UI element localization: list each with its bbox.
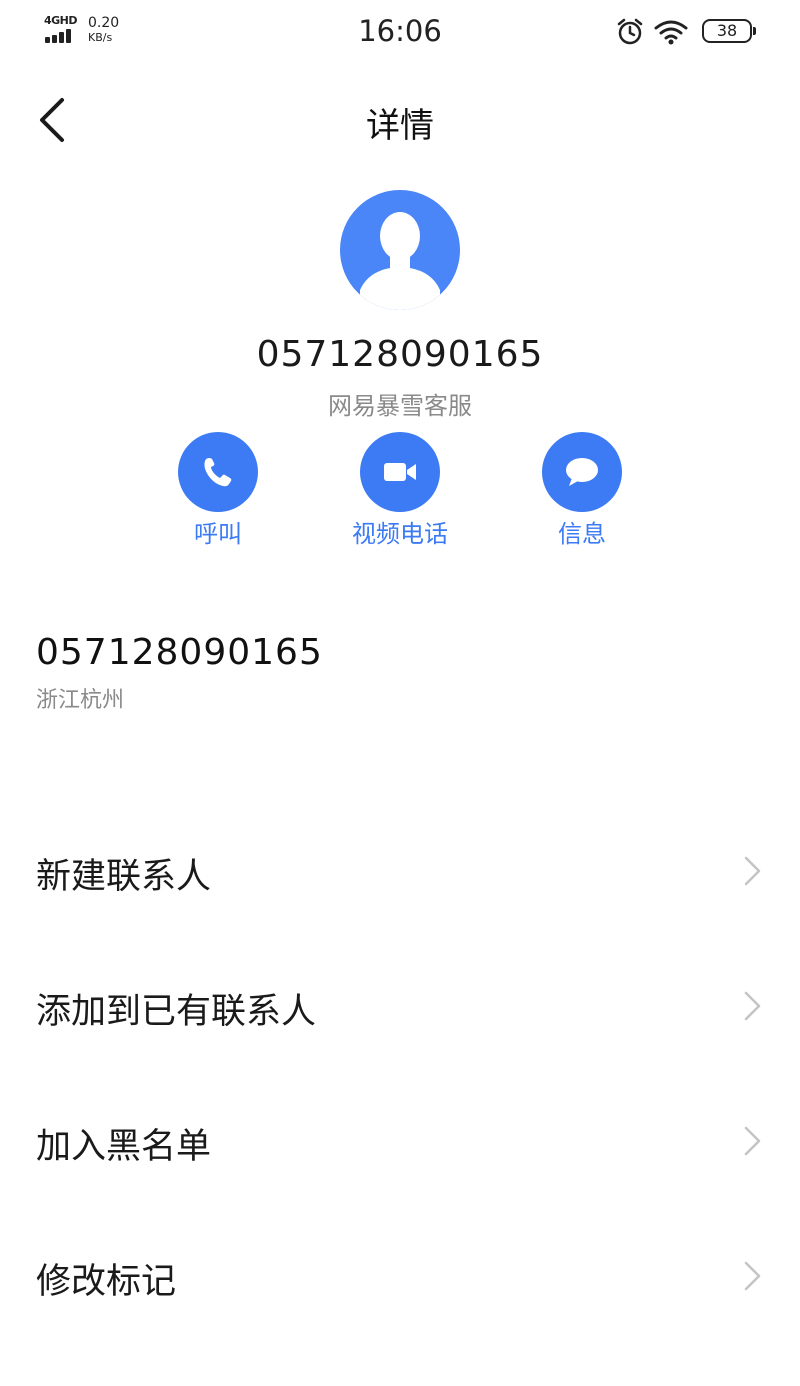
phone-location: 浙江杭州 [36,688,125,713]
add-to-blacklist-item[interactable]: 加入黑名单 [0,1090,800,1190]
contact-label: 网易暴雪客服 [328,392,472,420]
status-bar: 4GHD 0.20 KB/s 16:06 38 [0,0,800,64]
message-button-circle[interactable] [542,432,622,512]
edit-tag-item[interactable]: 修改标记 [0,1225,800,1325]
wifi-icon [654,20,688,45]
status-icons: 38 [616,16,756,50]
message-label: 信息 [558,520,606,548]
new-contact-item[interactable]: 新建联系人 [0,820,800,920]
phone-number: 057128090165 [36,632,323,673]
video-camera-icon [384,463,416,481]
video-call-button[interactable]: 视频电话 [320,432,480,552]
phone-icon [204,458,232,487]
menu-item-label: 新建联系人 [36,857,212,897]
message-button[interactable]: 信息 [502,432,662,552]
avatar[interactable] [340,190,460,310]
phone-entry[interactable]: 057128090165 浙江杭州 [36,632,764,722]
menu-item-label: 添加到已有联系人 [36,992,317,1032]
header: 详情 [0,80,800,160]
call-label: 呼叫 [194,520,242,548]
menu-item-label: 修改标记 [36,1262,177,1302]
person-silhouette-icon [360,212,440,310]
video-call-label: 视频电话 [352,520,448,548]
chevron-right-icon [744,856,761,886]
add-to-existing-contact-item[interactable]: 添加到已有联系人 [0,955,800,1055]
call-button[interactable]: 呼叫 [138,432,298,552]
menu-item-label: 加入黑名单 [36,1127,212,1167]
contact-number: 057128090165 [256,334,544,375]
video-call-button-circle[interactable] [360,432,440,512]
chevron-right-icon [744,991,761,1021]
call-button-circle[interactable] [178,432,258,512]
battery-icon: 38 [702,19,756,45]
battery-level: 38 [716,21,738,40]
chevron-right-icon [744,1126,761,1156]
page-title: 详情 [366,106,434,146]
message-bubble-icon [566,458,598,486]
chevron-right-icon [744,1261,761,1291]
alarm-icon [617,18,643,45]
